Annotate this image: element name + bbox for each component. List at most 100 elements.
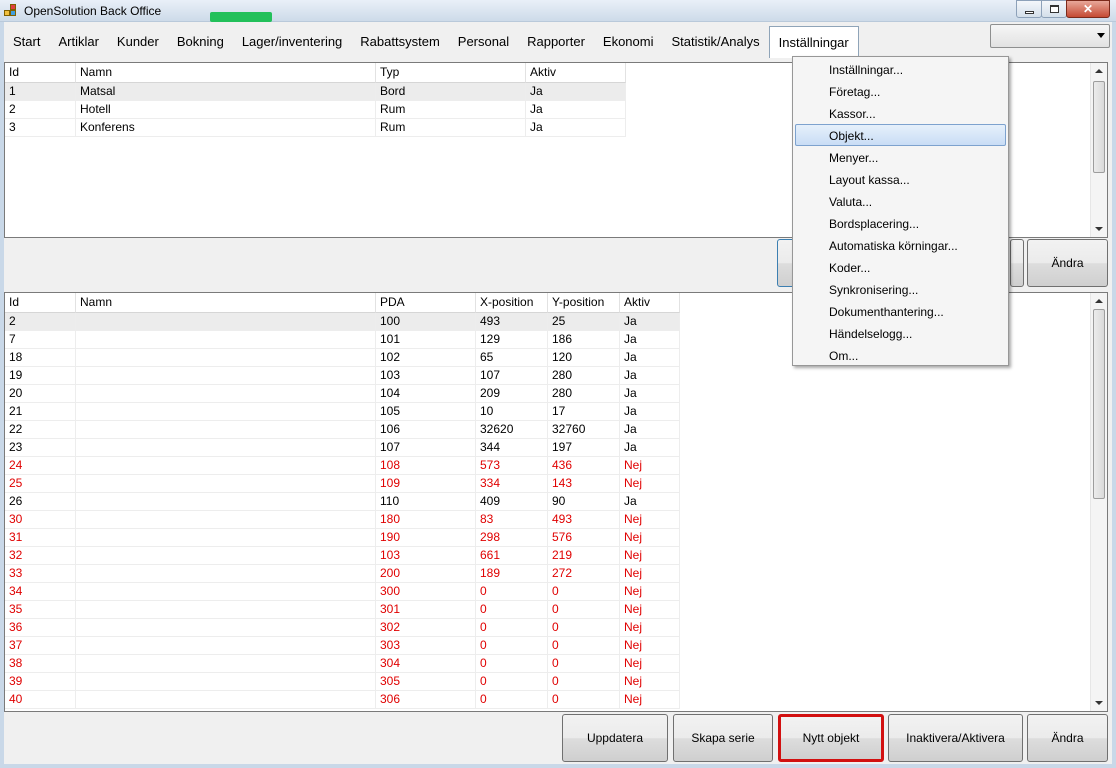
menu-item-1[interactable]: Företag... [795,80,1006,102]
bottom-grid-cell: 40 [5,691,76,709]
bottom-grid-row[interactable]: 18 102 65 120 Ja [5,349,680,367]
bottom-grid-row[interactable]: 39 305 0 0 Nej [5,673,680,691]
tab-4[interactable]: Lager/inventering [233,26,351,58]
bottom-grid-column-header[interactable]: Aktiv [620,293,680,313]
bottom-grid-row[interactable]: 40 306 0 0 Nej [5,691,680,709]
top-grid-scrollbar[interactable] [1090,63,1107,237]
bottom-grid-cell: 189 [476,565,548,583]
bottom-grid-row[interactable]: 25 109 334 143 Nej [5,475,680,493]
bottom-grid-row[interactable]: 21 105 10 17 Ja [5,403,680,421]
tab-8[interactable]: Ekonomi [594,26,663,58]
top-andra-button[interactable]: Ändra [1027,239,1108,287]
scroll-thumb[interactable] [1093,81,1105,173]
bottom-grid-row[interactable]: 35 301 0 0 Nej [5,601,680,619]
tab-1[interactable]: Artiklar [49,26,107,58]
bottom-grid-cell: 0 [548,655,620,673]
scroll-down-icon[interactable] [1095,701,1103,705]
top-right-dropdown[interactable] [990,24,1110,48]
menu-item-4[interactable]: Menyer... [795,146,1006,168]
bottom-grid-cell [76,385,376,403]
menu-item-13[interactable]: Om... [795,344,1006,366]
top-grid-column-header[interactable]: Id [5,63,76,83]
tab-3[interactable]: Bokning [168,26,233,58]
bottom-grid-cell: Ja [620,313,680,331]
bottom-grid-row[interactable]: 7 101 129 186 Ja [5,331,680,349]
bottom-grid-cell: 0 [548,601,620,619]
bottom-grid-row[interactable]: 19 103 107 280 Ja [5,367,680,385]
bottom-grid-column-header[interactable]: PDA [376,293,476,313]
bottom-grid-cell: 32 [5,547,76,565]
top-hidden-button-2[interactable] [1010,239,1024,287]
top-grid-row[interactable]: 1 Matsal Bord Ja [5,83,626,101]
bottom-grid-row[interactable]: 37 303 0 0 Nej [5,637,680,655]
menu-item-2[interactable]: Kassor... [795,102,1006,124]
bottom-grid-cell: 190 [376,529,476,547]
tab-5[interactable]: Rabattsystem [351,26,448,58]
menu-item-9[interactable]: Koder... [795,256,1006,278]
top-grid-row[interactable]: 3 Konferens Rum Ja [5,119,626,137]
bottom-grid-row[interactable]: 26 110 409 90 Ja [5,493,680,511]
bottom-grid-row[interactable]: 23 107 344 197 Ja [5,439,680,457]
minimize-button[interactable] [1016,0,1042,18]
tab-7[interactable]: Rapporter [518,26,594,58]
menu-item-0[interactable]: Inställningar... [795,58,1006,80]
scroll-down-icon[interactable] [1095,227,1103,231]
scroll-up-icon[interactable] [1095,69,1103,73]
bottom-grid-column-header[interactable]: Y-position [548,293,620,313]
bottom-grid-row[interactable]: 30 180 83 493 Nej [5,511,680,529]
skapa-serie-button[interactable]: Skapa serie [673,714,773,762]
tab-2[interactable]: Kunder [108,26,168,58]
menu-item-7[interactable]: Bordsplacering... [795,212,1006,234]
bottom-grid-row[interactable]: 34 300 0 0 Nej [5,583,680,601]
bottom-grid-cell: 129 [476,331,548,349]
bottom-grid-column-header[interactable]: Id [5,293,76,313]
bottom-grid-row[interactable]: 38 304 0 0 Nej [5,655,680,673]
bottom-grid-row[interactable]: 36 302 0 0 Nej [5,619,680,637]
scroll-thumb[interactable] [1093,309,1105,499]
bottom-grid-cell: 17 [548,403,620,421]
uppdatera-button[interactable]: Uppdatera [562,714,668,762]
bottom-grid-row[interactable]: 2 100 493 25 Ja [5,313,680,331]
menu-item-5[interactable]: Layout kassa... [795,168,1006,190]
bottom-grid-header: Id Namn PDA X-position Y-position Aktiv [5,293,680,313]
scroll-up-icon[interactable] [1095,299,1103,303]
bottom-grid-cell [76,619,376,637]
tab-6[interactable]: Personal [449,26,518,58]
bottom-grid-cell: 100 [376,313,476,331]
top-grid-cell: Ja [526,119,626,137]
andra-button[interactable]: Ändra [1027,714,1108,762]
bottom-grid-cell: 576 [548,529,620,547]
bottom-grid-row[interactable]: 33 200 189 272 Nej [5,565,680,583]
top-grid-column-header[interactable]: Aktiv [526,63,626,83]
menu-item-11[interactable]: Dokumenthantering... [795,300,1006,322]
close-icon: ✕ [1082,2,1094,16]
bottom-grid-cell: Nej [620,655,680,673]
tab-10[interactable]: Inställningar [768,26,859,58]
tab-0[interactable]: Start [4,26,49,58]
bottom-grid-row[interactable]: 31 190 298 576 Nej [5,529,680,547]
inaktivera-aktivera-button[interactable]: Inaktivera/Aktivera [888,714,1023,762]
nytt-objekt-button[interactable]: Nytt objekt [778,714,884,762]
bottom-grid-cell: Nej [620,547,680,565]
bottom-grid-row[interactable]: 22 106 32620 32760 Ja [5,421,680,439]
bottom-grid-scrollbar[interactable] [1090,293,1107,711]
maximize-button[interactable] [1041,0,1067,18]
tab-9[interactable]: Statistik/Analys [662,26,768,58]
menu-item-8[interactable]: Automatiska körningar... [795,234,1006,256]
menu-item-3[interactable]: Objekt... [795,124,1006,146]
top-grid-column-header[interactable]: Typ [376,63,526,83]
top-grid-cell: Rum [376,119,526,137]
bottom-grid-column-header[interactable]: Namn [76,293,376,313]
bottom-grid-row[interactable]: 32 103 661 219 Nej [5,547,680,565]
top-grid-cell: Ja [526,101,626,119]
close-button[interactable]: ✕ [1066,0,1110,18]
menu-item-6[interactable]: Valuta... [795,190,1006,212]
menu-item-10[interactable]: Synkronisering... [795,278,1006,300]
bottom-grid-column-header[interactable]: X-position [476,293,548,313]
bottom-grid-row[interactable]: 20 104 209 280 Ja [5,385,680,403]
menu-item-12[interactable]: Händelselogg... [795,322,1006,344]
top-grid-column-header[interactable]: Namn [76,63,376,83]
top-grid-row[interactable]: 2 Hotell Rum Ja [5,101,626,119]
bottom-grid-row[interactable]: 24 108 573 436 Nej [5,457,680,475]
bottom-grid-cell: 280 [548,367,620,385]
